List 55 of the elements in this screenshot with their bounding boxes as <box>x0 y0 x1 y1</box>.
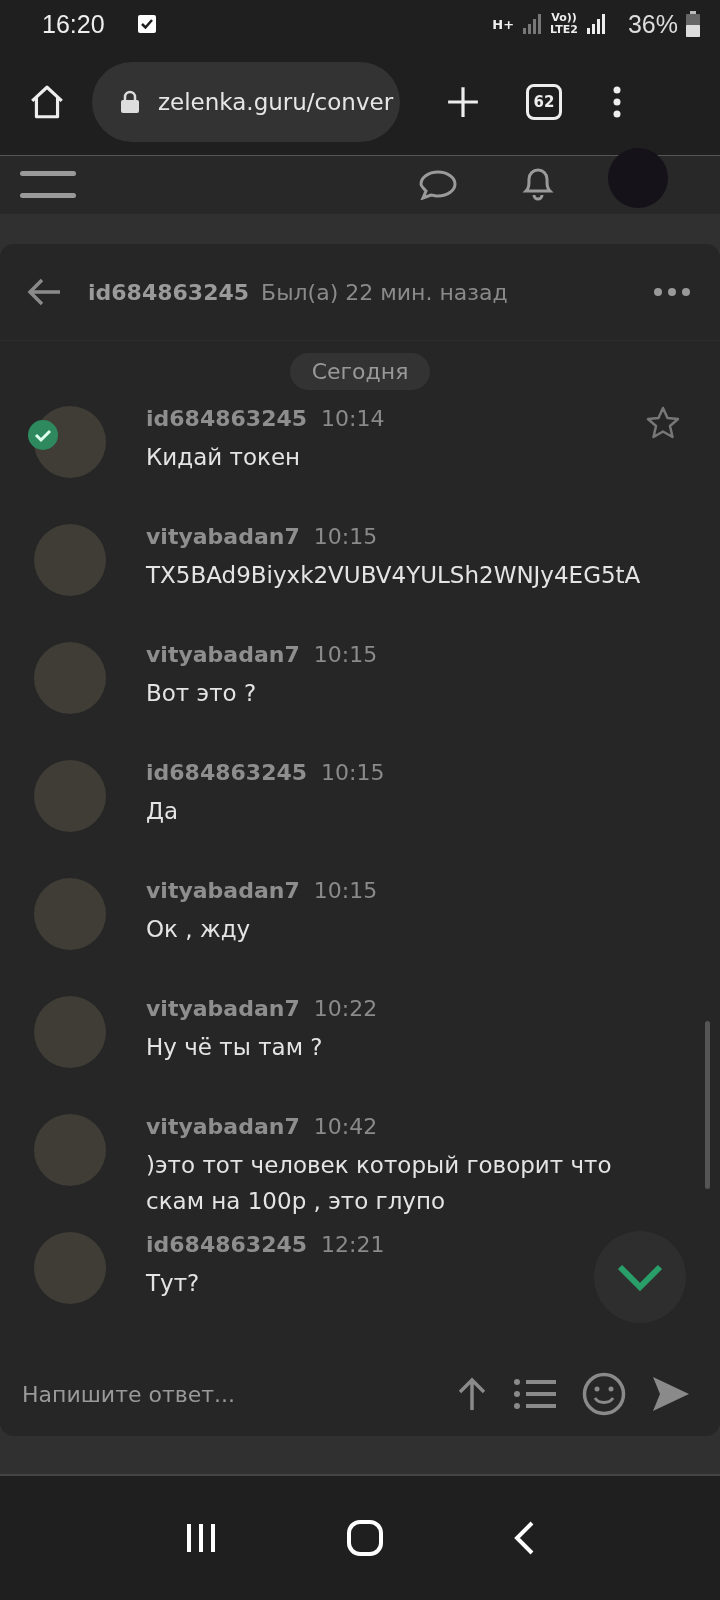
message-author[interactable]: vityabadan7 <box>146 524 300 549</box>
message-text: Кидай токен <box>146 443 301 472</box>
message-time: 10:22 <box>313 996 378 1021</box>
message-time: 10:15 <box>313 524 378 549</box>
last-seen-text: Был(а) 22 мин. назад <box>261 279 508 305</box>
message-author[interactable]: id684863245 <box>146 1232 308 1257</box>
conversation-title[interactable]: id684863245 <box>88 279 250 305</box>
message-time: 10:15 <box>313 878 378 903</box>
smiley-icon[interactable] <box>582 1372 626 1416</box>
message-time: 10:42 <box>313 1114 378 1139</box>
message-time: 12:21 <box>321 1232 385 1257</box>
checkbox-notification-icon <box>136 14 157 34</box>
message-author[interactable]: vityabadan7 <box>146 996 300 1021</box>
message-text: Тут? <box>146 1269 200 1298</box>
message-time: 10:15 <box>313 642 378 667</box>
status-time: 16:20 <box>42 9 105 39</box>
signal-icon <box>585 13 606 35</box>
reply-input[interactable]: Напишите ответ... <box>20 1380 430 1408</box>
tab-count-button[interactable]: 62 <box>526 83 562 120</box>
send-icon[interactable] <box>652 1375 690 1413</box>
message-author[interactable]: vityabadan7 <box>146 642 300 667</box>
more-icon[interactable] <box>612 85 622 118</box>
scrollbar[interactable] <box>705 1021 710 1189</box>
signal-icon <box>522 13 543 35</box>
back-arrow-icon[interactable] <box>26 277 62 307</box>
message-text: Ок , жду <box>146 915 251 944</box>
recent-apps-icon[interactable] <box>185 1522 217 1554</box>
arrow-up-icon[interactable] <box>456 1376 488 1412</box>
message-text: Ну чё ты там ? <box>146 1033 323 1062</box>
lte-label: LTE2 <box>550 24 578 36</box>
menu-icon[interactable] <box>20 171 76 199</box>
battery-icon <box>686 11 700 37</box>
message-text: Да <box>146 797 179 826</box>
message-text: TX5BAd9Biyxk2VUBV4YULSh2WNJy4EG5tA <box>146 561 641 590</box>
network-type: H+ <box>492 16 515 32</box>
chat-bubble-icon[interactable] <box>418 170 458 200</box>
back-icon[interactable] <box>513 1521 535 1555</box>
message-time: 10:15 <box>321 760 385 785</box>
message-author[interactable]: vityabadan7 <box>146 1114 300 1139</box>
home-button-icon[interactable] <box>347 1520 383 1556</box>
message-author[interactable]: id684863245 <box>146 406 308 431</box>
date-divider: Сегодня <box>289 353 431 390</box>
volte-label: Vo)) <box>551 12 577 24</box>
battery-percent: 36% <box>627 9 678 39</box>
star-icon[interactable] <box>646 406 680 440</box>
message-time: 10:14 <box>321 406 385 431</box>
message-author[interactable]: id684863245 <box>146 760 308 785</box>
address-bar[interactable]: zelenka.guru/conver <box>92 61 400 142</box>
message-text: )это тот человек который говорит что скам на 100р , это глупо <box>146 1151 613 1216</box>
chevron-down-icon <box>616 1262 664 1292</box>
lock-icon <box>120 89 140 114</box>
message-author[interactable]: vityabadan7 <box>146 878 300 903</box>
message-text: Вот это ? <box>146 679 257 708</box>
plus-icon[interactable] <box>446 84 480 119</box>
list-icon[interactable] <box>514 1378 556 1410</box>
